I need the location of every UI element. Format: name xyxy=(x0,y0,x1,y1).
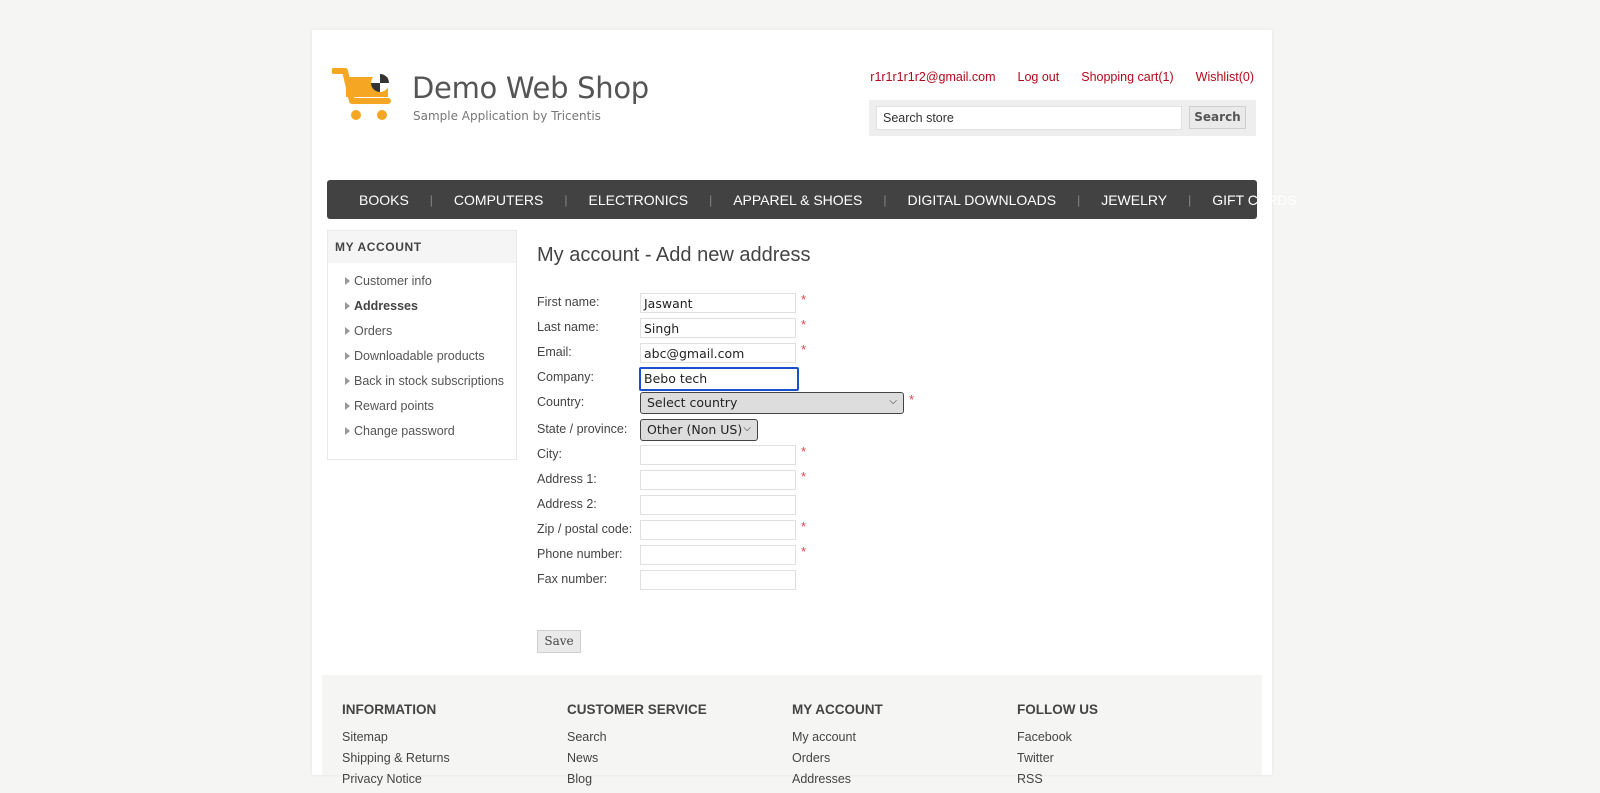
shopping-cart-link[interactable]: Shopping cart(1) xyxy=(1081,70,1173,84)
footer-col-follow-us: FOLLOW US Facebook Twitter RSS xyxy=(1017,702,1237,793)
required-mark: * xyxy=(801,544,807,559)
company-label: Company: xyxy=(537,370,594,384)
top-menu-item-label: DIGITAL DOWNLOADS xyxy=(907,191,1057,208)
sidebar: MY ACCOUNT Customer info Addresses Order… xyxy=(327,230,517,460)
zip-label: Zip / postal code: xyxy=(537,522,633,536)
required-mark: * xyxy=(801,519,807,534)
email-field[interactable]: abc@gmail.com xyxy=(640,343,796,363)
search-box: Search store Search xyxy=(869,100,1256,136)
first-name-field[interactable]: Jaswant xyxy=(640,293,796,313)
footer-col-my-account: MY ACCOUNT My account Orders Addresses xyxy=(792,702,1012,793)
required-mark: * xyxy=(801,317,807,332)
footer-link-news[interactable]: News xyxy=(567,751,787,772)
footer-link-facebook[interactable]: Facebook xyxy=(1017,730,1237,751)
top-menu-item-label: APPAREL & SHOES xyxy=(733,191,863,208)
sidebar-item-back-in-stock[interactable]: Back in stock subscriptions xyxy=(328,371,516,396)
account-email-link[interactable]: r1r1r1r1r2@gmail.com xyxy=(870,70,995,84)
top-menu-item-label: JEWELRY xyxy=(1101,191,1168,208)
top-menu-item-label: BOOKS xyxy=(359,191,409,208)
footer-link-twitter[interactable]: Twitter xyxy=(1017,751,1237,772)
footer-heading: CUSTOMER SERVICE xyxy=(567,702,707,717)
required-mark: * xyxy=(801,342,807,357)
fax-field[interactable] xyxy=(640,570,796,590)
footer: INFORMATION Sitemap Shipping & Returns P… xyxy=(322,675,1262,786)
state-select-value: Other (Non US) xyxy=(647,422,743,437)
phone-label: Phone number: xyxy=(537,547,623,561)
search-button[interactable]: Search xyxy=(1189,106,1246,129)
chevron-down-icon: ⌵ xyxy=(889,396,897,407)
top-menu-item-books[interactable]: BOOKS | xyxy=(338,192,433,208)
wishlist-link[interactable]: Wishlist(0) xyxy=(1196,70,1254,84)
page-title: My account - Add new address xyxy=(537,244,811,266)
footer-col-customer-service: CUSTOMER SERVICE Search News Blog xyxy=(567,702,787,793)
top-menu-item-label: COMPUTERS xyxy=(453,191,544,208)
top-menu-item-digital-downloads[interactable]: DIGITAL DOWNLOADS | xyxy=(887,192,1081,208)
company-field[interactable]: Bebo tech xyxy=(639,367,799,391)
top-menu-item-label: ELECTRONICS xyxy=(588,191,689,208)
footer-link-addresses[interactable]: Addresses xyxy=(792,772,1012,793)
footer-heading: INFORMATION xyxy=(342,702,437,717)
page-container: Demo Web Shop Sample Application by Tric… xyxy=(312,30,1297,786)
country-select[interactable]: Select country ⌵ xyxy=(640,392,904,414)
footer-link-privacy-notice[interactable]: Privacy Notice xyxy=(342,772,562,793)
required-mark: * xyxy=(801,292,807,307)
last-name-label: Last name: xyxy=(537,320,599,334)
zip-field[interactable] xyxy=(640,520,796,540)
header-links: r1r1r1r1r2@gmail.com Log out Shopping ca… xyxy=(870,70,1254,84)
logo-subtitle: Sample Application by Tricentis xyxy=(413,109,601,123)
footer-link-rss[interactable]: RSS xyxy=(1017,772,1237,793)
top-menu-item-jewelry[interactable]: JEWELRY | xyxy=(1080,192,1191,208)
footer-link-shipping-returns[interactable]: Shipping & Returns xyxy=(342,751,562,772)
required-mark: * xyxy=(909,392,915,407)
save-button[interactable]: Save xyxy=(537,630,581,653)
footer-col-information: INFORMATION Sitemap Shipping & Returns P… xyxy=(342,702,562,793)
sidebar-title: MY ACCOUNT xyxy=(328,231,516,263)
search-input[interactable]: Search store xyxy=(876,106,1182,130)
first-name-label: First name: xyxy=(537,295,600,309)
city-label: City: xyxy=(537,447,562,461)
sidebar-item-customer-info[interactable]: Customer info xyxy=(328,271,516,296)
footer-link-blog[interactable]: Blog xyxy=(567,772,787,793)
address1-field[interactable] xyxy=(640,470,796,490)
country-label: Country: xyxy=(537,395,585,409)
sidebar-item-reward-points[interactable]: Reward points xyxy=(328,396,516,421)
footer-link-sitemap[interactable]: Sitemap xyxy=(342,730,562,751)
required-mark: * xyxy=(801,444,807,459)
top-menu-item-computers[interactable]: COMPUTERS | xyxy=(433,192,568,208)
chevron-down-icon: ⌵ xyxy=(743,423,751,434)
address1-label: Address 1: xyxy=(537,472,597,486)
shopping-cart-logo-icon xyxy=(332,68,391,120)
country-select-value: Select country xyxy=(647,395,738,410)
sidebar-item-downloadable-products[interactable]: Downloadable products xyxy=(328,346,516,371)
city-field[interactable] xyxy=(640,445,796,465)
footer-heading: FOLLOW US xyxy=(1017,702,1098,717)
top-menu-item-gift-cards[interactable]: GIFT CARDS xyxy=(1191,192,1318,208)
phone-field[interactable] xyxy=(640,545,796,565)
top-menu: BOOKS | COMPUTERS | ELECTRONICS | APPAREL & SH… xyxy=(327,180,1297,219)
address2-label: Address 2: xyxy=(537,497,597,511)
state-select[interactable]: Other (Non US) ⌵ xyxy=(640,419,758,441)
top-menu-item-electronics[interactable]: ELECTRONICS | xyxy=(568,192,713,208)
email-label: Email: xyxy=(537,345,572,359)
last-name-field[interactable]: Singh xyxy=(640,318,796,338)
address2-field[interactable] xyxy=(640,495,796,515)
site-logo[interactable]: Demo Web Shop Sample Application by Tric… xyxy=(332,67,649,127)
footer-heading: MY ACCOUNT xyxy=(792,702,883,717)
sidebar-item-addresses[interactable]: Addresses xyxy=(328,296,516,321)
state-label: State / province: xyxy=(537,422,628,436)
required-mark: * xyxy=(801,469,807,484)
top-menu-item-apparel-shoes[interactable]: APPAREL & SHOES | xyxy=(712,192,886,208)
fax-label: Fax number: xyxy=(537,572,608,586)
logo-title: Demo Web Shop xyxy=(412,71,649,105)
sidebar-item-change-password[interactable]: Change password xyxy=(328,421,516,446)
footer-link-orders[interactable]: Orders xyxy=(792,751,1012,772)
footer-link-search[interactable]: Search xyxy=(567,730,787,751)
logout-link[interactable]: Log out xyxy=(1018,70,1060,84)
footer-link-my-account[interactable]: My account xyxy=(792,730,1012,751)
top-menu-item-label: GIFT CARDS xyxy=(1212,191,1297,208)
sidebar-item-orders[interactable]: Orders xyxy=(328,321,516,346)
